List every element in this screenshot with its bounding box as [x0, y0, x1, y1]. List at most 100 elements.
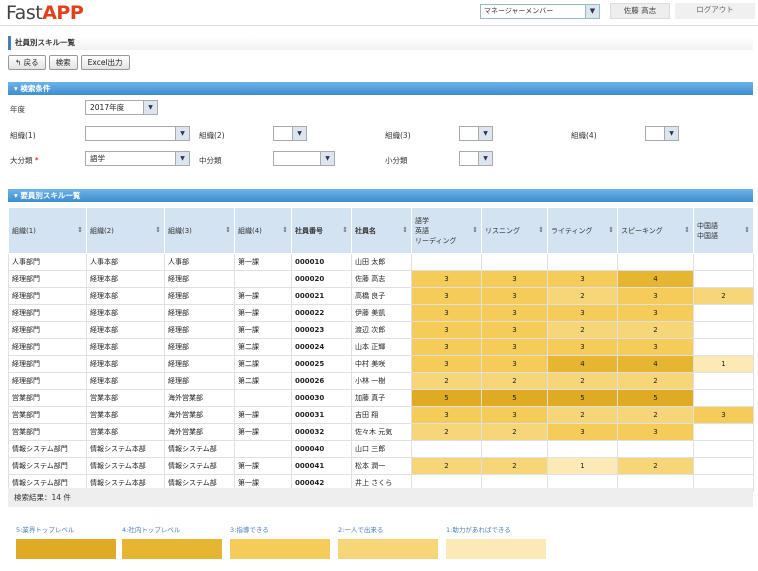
table-row[interactable]: 情報システム部門 情報システム本部 情報システム部 000040 山口 三郎: [8, 440, 754, 458]
table-row[interactable]: 経理部門 経理本部 経理部 第一課 000021 高橋 良子 3 3 2 3 2: [8, 287, 754, 305]
minor-category-select[interactable]: ▼: [459, 151, 493, 166]
org4-label: 組織(4): [571, 131, 597, 140]
table-cell: 山田 太郎: [351, 253, 412, 271]
table-row[interactable]: 人事部門 人事本部 人事部 第一課 000010 山田 太郎: [8, 253, 754, 271]
table-row[interactable]: 営業部門 営業本部 海外営業部 000030 加藤 真子 5 5 5 5: [8, 389, 754, 407]
org3-select[interactable]: ▼: [459, 126, 493, 141]
skill-level-cell: 2: [411, 423, 482, 441]
logout-link[interactable]: ログアウト: [675, 3, 755, 19]
skill-level-cell: [411, 253, 482, 271]
skill-level-cell: [693, 440, 754, 458]
table-cell: 経理本部: [86, 304, 165, 322]
table-cell: 渡辺 次郎: [351, 321, 412, 339]
skill-level-cell: 3: [411, 270, 482, 288]
sort-icon[interactable]: ⇕: [608, 226, 614, 234]
skill-level-cell: 3: [411, 355, 482, 373]
org2-select[interactable]: ▼: [273, 126, 307, 141]
sort-icon[interactable]: ⇕: [342, 226, 348, 234]
medium-category-select[interactable]: ▼: [273, 151, 335, 166]
sort-icon[interactable]: ⇕: [155, 226, 161, 234]
column-header[interactable]: 組織(4) ⇕: [234, 207, 292, 254]
skill-level-cell: [693, 372, 754, 390]
column-header[interactable]: 中国語 中国語 ⇕: [693, 207, 754, 254]
sort-icon[interactable]: ⇕: [472, 226, 478, 234]
table-cell: 松本 潤一: [351, 457, 412, 475]
skill-level-cell: [481, 440, 548, 458]
back-button[interactable]: ↰ 戻る: [8, 55, 46, 70]
search-conditions-header[interactable]: ▾ 検索条件: [8, 82, 753, 95]
skill-level-cell: 3: [411, 304, 482, 322]
column-header-label: 社員名: [355, 226, 376, 235]
org1-select[interactable]: ▼: [85, 126, 190, 141]
table-cell: 人事本部: [86, 253, 165, 271]
table-row[interactable]: 経理部門 経理本部 経理部 第二課 000026 小林 一樹 2 2 2 2: [8, 372, 754, 390]
skill-level-cell: 2: [547, 287, 618, 305]
table-row[interactable]: 営業部門 営業本部 海外営業部 第一課 000031 吉田 翔33223: [8, 406, 754, 424]
table-cell: [234, 389, 292, 407]
table-cell: 第二課: [234, 372, 292, 390]
skill-level-cell: 3: [547, 423, 618, 441]
legend-swatch: [230, 539, 330, 559]
skill-level-cell: 4: [617, 355, 694, 373]
column-header[interactable]: ライティング ⇕: [547, 207, 618, 254]
major-category-select[interactable]: 語学 ▼: [85, 151, 190, 166]
table-row[interactable]: 営業部門 営業本部 海外営業部 第一課 000032 佐々木 元気 2 2 3 3: [8, 423, 754, 441]
sort-icon[interactable]: ⇕: [744, 226, 750, 234]
sort-icon[interactable]: ⇕: [538, 226, 544, 234]
column-header[interactable]: 社員名 ⇕: [351, 207, 412, 254]
table-cell: 第二課: [234, 338, 292, 356]
table-row[interactable]: 経理部門 経理本部 経理部 第二課 000025 中村 美咲 3 3 4 4 1: [8, 355, 754, 373]
sort-icon[interactable]: ⇕: [402, 226, 408, 234]
search-button[interactable]: 検索: [48, 55, 78, 70]
toolbar: ↰ 戻る 検索 Excel出力: [8, 55, 130, 70]
table-row[interactable]: 経理部門 経理本部 経理部 第一課 000023 渡辺 次郎 3 3 2 2: [8, 321, 754, 339]
chevron-down-icon: ▼: [175, 152, 189, 165]
table-cell: 経理部門: [8, 355, 87, 373]
column-header[interactable]: 組織(3) ⇕: [164, 207, 235, 254]
column-header[interactable]: リスニング ⇕: [481, 207, 548, 254]
skill-level-cell: [693, 423, 754, 441]
table-cell: 000023: [291, 321, 352, 339]
table-cell: [234, 440, 292, 458]
user-name: 佐藤 高志: [610, 3, 670, 19]
legend-label: 2:一人で出来る: [338, 526, 384, 534]
table-cell: 000030: [291, 389, 352, 407]
skill-level-cell: 2: [411, 372, 482, 390]
skill-level-cell: 3: [481, 321, 548, 339]
excel-export-button[interactable]: Excel出力: [80, 55, 130, 70]
table-cell: 佐藤 高志: [351, 270, 412, 288]
skill-level-cell: 2: [547, 406, 618, 424]
skill-list-header[interactable]: ▾ 要員別スキル一覧: [8, 189, 753, 202]
skill-level-cell: 4: [617, 270, 694, 288]
table-cell: 000010: [291, 253, 352, 271]
sort-icon[interactable]: ⇕: [282, 226, 288, 234]
column-header[interactable]: 語学 英語 リーディング ⇕: [411, 207, 482, 254]
skill-level-cell: [693, 321, 754, 339]
table-cell: 吉田 翔: [351, 406, 412, 424]
column-header-label: 組織(2): [90, 226, 114, 235]
org4-select[interactable]: ▼: [645, 126, 679, 141]
sort-icon[interactable]: ⇕: [684, 226, 690, 234]
skill-level-cell: 3: [481, 355, 548, 373]
table-row[interactable]: 経理部門 経理本部 経理部 第一課 000022 伊藤 美凱 3 3 3 3: [8, 304, 754, 322]
table-row[interactable]: 経理部門 経理本部 経理部 第二課 000024 山本 正輝 3 3 3 3: [8, 338, 754, 356]
table-cell: 海外営業部: [164, 423, 235, 441]
org2-label: 組織(2): [199, 131, 225, 140]
skill-level-cell: 3: [411, 406, 482, 424]
sort-icon[interactable]: ⇕: [77, 226, 83, 234]
table-row[interactable]: 経理部門 経理本部 経理部 000020 佐藤 高志 3 3 3 4: [8, 270, 754, 288]
column-header[interactable]: 組織(1) ⇕: [8, 207, 87, 254]
year-select[interactable]: 2017年度 ▼: [85, 100, 158, 115]
table-cell: 小林 一樹: [351, 372, 412, 390]
column-header[interactable]: 組織(2) ⇕: [86, 207, 165, 254]
column-header[interactable]: スピーキング ⇕: [617, 207, 694, 254]
table-row[interactable]: 情報システム部門 情報システム本部 情報システム部 第一課 000041 松本 潤一 2 2 1…: [8, 457, 754, 475]
table-cell: 000022: [291, 304, 352, 322]
table-cell: 経理本部: [86, 287, 165, 305]
skill-level-cell: 3: [481, 304, 548, 322]
role-select[interactable]: マネージャーメンバー ▼: [480, 4, 600, 19]
sort-icon[interactable]: ⇕: [225, 226, 231, 234]
table-cell: 000021: [291, 287, 352, 305]
column-header[interactable]: 社員番号 ⇕: [291, 207, 352, 254]
table-cell: 経理部: [164, 338, 235, 356]
